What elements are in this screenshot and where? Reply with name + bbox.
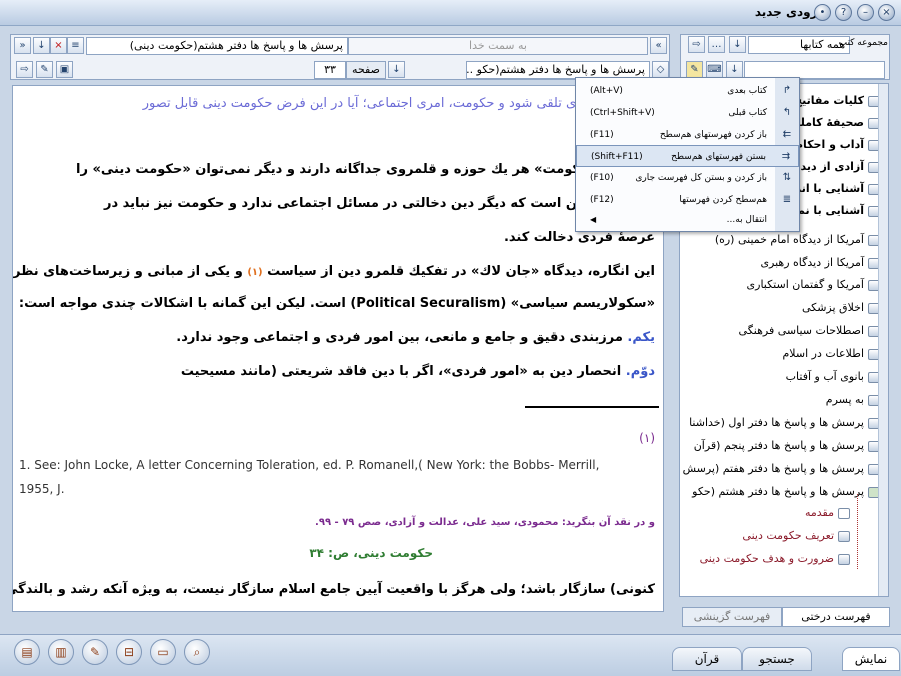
menu-item-expand-level[interactable]: ⇇ باز کردن فهرستهای هم‌سطح (F11): [576, 124, 799, 146]
close-doc-icon[interactable]: ×: [50, 37, 67, 54]
tree-sub-item[interactable]: ضرورت و هدف حکومت دینی: [700, 548, 850, 570]
doc-line: کنونی) سازگار باشد؛ ولی هرگز با واقعیت آ…: [12, 582, 655, 597]
bottom-bar: ▤ ▥ ✎ ⊟ ▭ ⌕ نمایش جستجو قرآن: [0, 634, 901, 676]
more-icon[interactable]: …: [708, 36, 725, 53]
split-view-icon[interactable]: ⊟: [116, 639, 142, 665]
nav-search-input[interactable]: به سمت خدا: [348, 37, 648, 55]
tree-item[interactable]: اخلاق پزشکی: [802, 297, 880, 319]
submenu-arrow-icon: ◀: [590, 215, 597, 224]
footnote-divider: [525, 406, 659, 408]
doc-line: «سکولاریسم سیاسی» (Political Securalism)…: [18, 296, 655, 311]
keyboard-icon[interactable]: ⌨: [706, 61, 723, 78]
tree-item[interactable]: آشنایی با اند: [795, 178, 880, 200]
doc-line: «دین» و «حکومت» هر یك حوزه و قلمروی جداگ…: [76, 162, 655, 177]
panel-icon[interactable]: ▭: [150, 639, 176, 665]
doc-line: زیرا فرض این است که دیگر دین دخالتی در م…: [103, 196, 655, 211]
doc-line: یکم. مرزبندی دقیق و جامع و مانعی، بین ام…: [176, 330, 655, 345]
tree-connector: [857, 494, 858, 569]
tree-scrollbar[interactable]: [878, 84, 888, 596]
tree-item[interactable]: صحیفهٔ کامله: [794, 112, 880, 134]
collection-label: مجموعه کتب: [838, 38, 888, 48]
doc-line: دوّم. انحصار دین به «امور فردی»، اگر با …: [180, 364, 655, 379]
page-label: صفحه: [346, 61, 386, 79]
scroll-down-icon[interactable]: ↓: [33, 37, 50, 54]
tree-sub-item[interactable]: تعریف حکومت دینی: [742, 525, 850, 547]
page-marker: حکومت دینی، ص: ۳۴: [309, 546, 433, 560]
tree-item[interactable]: پرسش ها و پاسخ ها دفتر هفتم (پرسش: [683, 458, 880, 480]
layout-icon[interactable]: ▣: [56, 61, 73, 78]
tree-item[interactable]: کلیات مفاتیح: [794, 90, 880, 112]
tree-item[interactable]: به پسرم: [826, 389, 880, 411]
tree-item-open[interactable]: پرسش ها و پاسخ ها دفتر هشتم (حکو: [692, 481, 880, 503]
menu-icon[interactable]: ≡: [67, 37, 84, 54]
tab-tree[interactable]: فهرست درختی: [782, 607, 890, 627]
help-icon[interactable]: ?: [835, 4, 852, 21]
page-down-icon[interactable]: ↓: [388, 61, 405, 78]
collection-select[interactable]: همه کتابها: [748, 36, 850, 54]
tree-item[interactable]: بانوی آب و آفتاب: [786, 366, 880, 388]
footnote-number: (۱): [639, 431, 655, 445]
book-icon: [838, 530, 850, 542]
menu-item-move-to[interactable]: انتقال به... ◀: [576, 209, 799, 231]
close-icon[interactable]: ×: [878, 4, 895, 21]
tree-item[interactable]: آشنایی با نما: [794, 200, 880, 222]
footnote-reference: و در نقد آن بنگرید: محمودی، سید علی، عدا…: [315, 517, 655, 528]
footnote-text: 1. See: John Locke, A letter Concerning …: [19, 458, 600, 472]
tree-item[interactable]: آمریکا از دیدگاه رهبری: [760, 252, 880, 274]
tree-item[interactable]: پرسش ها و پاسخ ها دفتر اول (خداشنا: [689, 412, 880, 434]
book-icon: [838, 553, 850, 565]
tree-item[interactable]: اصطلاحات سیاسی فرهنگی: [739, 320, 880, 342]
forward-icon[interactable]: ⇨: [688, 36, 705, 53]
tree-sub-item[interactable]: مقدمه: [805, 502, 850, 524]
breadcrumb: پرسش ها و پاسخ ها دفتر هشتم(حکومت دینی): [86, 37, 348, 55]
tools-icon[interactable]: ✎: [36, 61, 53, 78]
align-lists-icon: ≣: [782, 194, 792, 205]
page-number-input[interactable]: ۳۳: [314, 61, 346, 79]
footnote-ref[interactable]: (۱): [247, 267, 262, 278]
nav-forward-icon[interactable]: »: [14, 37, 31, 54]
note-icon[interactable]: ✎: [82, 639, 108, 665]
tag-icon[interactable]: ◇: [652, 61, 669, 78]
search-icon[interactable]: ⌕: [184, 639, 210, 665]
menu-item-toggle-all[interactable]: ⇅ باز کردن و بستن کل فهرست جاری (F10): [576, 167, 799, 189]
menu-item-prev-book[interactable]: ↰ کتاب قبلی (Ctrl+Shift+V): [576, 102, 799, 124]
dropdown-icon[interactable]: ↓: [729, 36, 746, 53]
go-icon[interactable]: ⇨: [16, 61, 33, 78]
tree-item[interactable]: اطلاعات در اسلام: [783, 343, 880, 365]
document-view[interactable]: دین، امری فردی تلقی شود و حکومت، امری اج…: [12, 85, 664, 612]
doc-line: عرصهٔ فردی دخالت کند.: [503, 230, 655, 245]
footnote-text: 1955, J.: [19, 482, 65, 496]
context-menu: ↱ کتاب بعدی (Alt+V) ↰ کتاب قبلی (Ctrl+Sh…: [575, 77, 800, 232]
nav-back-icon[interactable]: «: [650, 37, 667, 54]
tree-item[interactable]: آمریکا و گفتمان استکباری: [747, 274, 880, 296]
tab-display[interactable]: نمایش: [842, 647, 900, 671]
tree-item[interactable]: پرسش ها و پاسخ ها دفتر پنجم (قرآن: [694, 435, 880, 457]
tab-quran[interactable]: قرآن: [672, 647, 742, 671]
title-bar: ورودی جدید – × ? •: [0, 0, 901, 26]
tree-item[interactable]: آزادی از دید: [801, 156, 880, 178]
tools-icon[interactable]: ✎: [686, 61, 703, 78]
collapse-level-icon: ⇉: [781, 151, 791, 162]
books-icon[interactable]: ▥: [48, 639, 74, 665]
page-icon: [838, 507, 850, 519]
dropdown-icon[interactable]: ↓: [726, 61, 743, 78]
settings-icon[interactable]: •: [814, 4, 831, 21]
doc-line: این انگاره، دیدگاه «جان لاك» در تفکیك قل…: [12, 264, 655, 279]
toggle-all-icon: ⇅: [782, 172, 792, 183]
tab-index[interactable]: فهرست گزینشی: [682, 607, 782, 627]
tree-item[interactable]: آداب و احکام: [795, 134, 880, 156]
minimize-icon[interactable]: –: [857, 4, 874, 21]
expand-level-icon: ⇇: [782, 129, 792, 140]
next-book-icon: ↱: [782, 85, 792, 96]
menu-item-next-book[interactable]: ↱ کتاب بعدی (Alt+V): [576, 80, 799, 102]
tab-search[interactable]: جستجو: [742, 647, 812, 671]
prev-book-icon: ↰: [782, 107, 792, 118]
tree-item[interactable]: آمریکا از دیدگاه امام خمینی (ره): [715, 229, 880, 251]
menu-item-align-lists[interactable]: ≣ هم‌سطح کردن فهرستها (F12): [576, 189, 799, 211]
print-icon[interactable]: ▤: [14, 639, 40, 665]
menu-item-collapse-level[interactable]: ⇉ بستن فهرستهای هم‌سطح (Shift+F11): [576, 145, 799, 167]
